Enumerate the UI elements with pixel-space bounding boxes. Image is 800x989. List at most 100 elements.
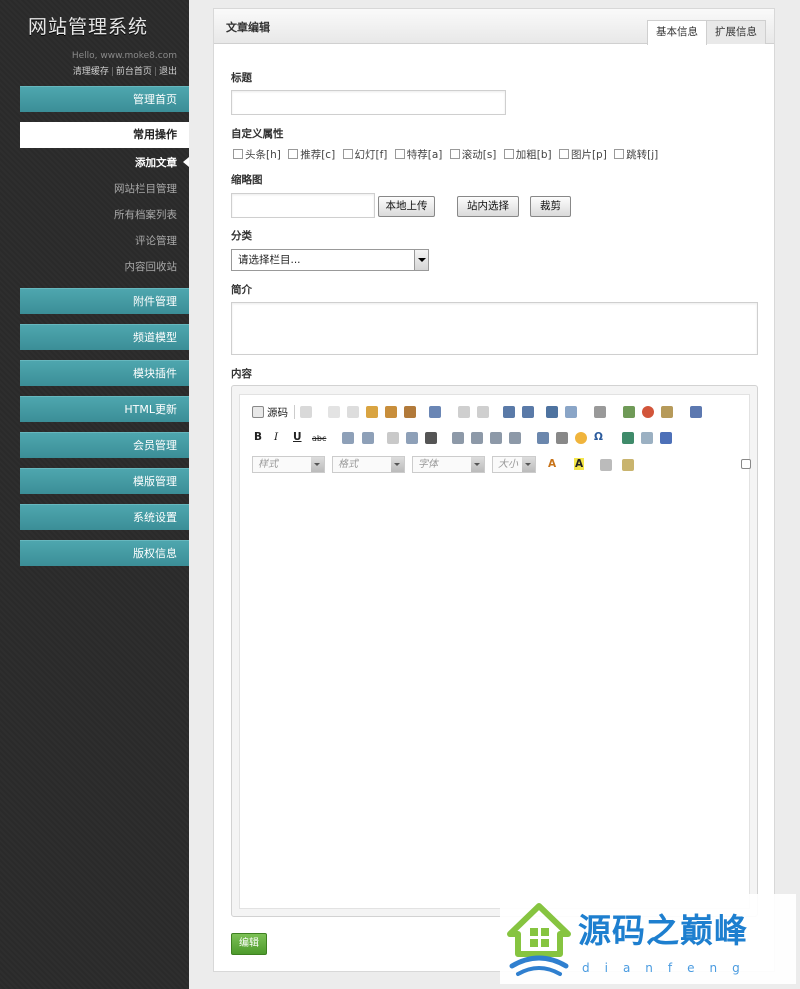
paste-text-icon[interactable]: [385, 406, 397, 418]
upload-local-button[interactable]: 本地上传: [378, 196, 435, 217]
tab-extended-info[interactable]: 扩展信息: [706, 20, 766, 44]
source-icon[interactable]: [252, 406, 264, 418]
crop-button[interactable]: 裁剪: [530, 196, 571, 217]
sub-item-comment-manage[interactable]: 评论管理: [135, 233, 177, 248]
replace-icon[interactable]: [522, 406, 534, 418]
bg-color-icon[interactable]: A: [574, 458, 585, 470]
spell-check-icon[interactable]: [600, 459, 612, 471]
flash-icon[interactable]: [642, 406, 654, 418]
find-icon[interactable]: [503, 406, 515, 418]
bold-icon[interactable]: B: [254, 431, 262, 443]
print-icon[interactable]: [429, 406, 441, 418]
nav-attachment[interactable]: 附件管理: [20, 288, 189, 314]
attr-slide[interactable]: 幻灯[f]: [342, 149, 387, 161]
style-combo[interactable]: 样式: [252, 456, 325, 473]
chevron-down-icon[interactable]: [471, 457, 484, 472]
attr-image[interactable]: 图片[p]: [558, 149, 607, 161]
size-combo[interactable]: 大小: [492, 456, 536, 473]
remove-format-icon[interactable]: [565, 406, 577, 418]
paste-icon[interactable]: [366, 406, 378, 418]
clear-cache-link[interactable]: 清理缓存: [73, 67, 109, 77]
select-all-icon[interactable]: [546, 406, 558, 418]
logout-link[interactable]: 退出: [159, 67, 177, 77]
attr-headline[interactable]: 头条[h]: [233, 149, 281, 161]
align-center-icon[interactable]: [471, 432, 483, 444]
chevron-down-icon[interactable]: [311, 457, 324, 472]
thumbnail-input[interactable]: [231, 193, 375, 218]
sub-item-add-article[interactable]: 添加文章: [135, 155, 177, 170]
nav-system[interactable]: 系统设置: [20, 504, 189, 530]
attr-special[interactable]: 特荐[a]: [394, 149, 442, 161]
checkbox[interactable]: [342, 149, 353, 159]
dropdown-arrow-icon[interactable]: [414, 250, 428, 270]
table-icon[interactable]: [537, 432, 549, 444]
title-input[interactable]: [231, 90, 506, 115]
sub-item-recycle-bin[interactable]: 内容回收站: [125, 259, 178, 274]
source-button[interactable]: 源码: [267, 405, 288, 420]
checkbox[interactable]: [614, 149, 625, 159]
redo-icon[interactable]: [477, 406, 489, 418]
sub-item-column-manage[interactable]: 网站栏目管理: [114, 181, 177, 196]
chevron-down-icon[interactable]: [522, 457, 535, 472]
strikethrough-icon[interactable]: abc: [312, 434, 326, 443]
category-select[interactable]: 请选择栏目...: [231, 249, 429, 271]
thumbnail-label: 缩略图: [231, 174, 263, 186]
save-button[interactable]: 编辑: [231, 933, 267, 955]
link-icon[interactable]: [622, 432, 634, 444]
nav-channel-model[interactable]: 频道模型: [20, 324, 189, 350]
site-select-button[interactable]: 站内选择: [457, 196, 519, 217]
text-color-icon[interactable]: A: [548, 458, 556, 470]
cut-icon[interactable]: [328, 406, 340, 418]
copy-icon[interactable]: [347, 406, 359, 418]
nav-member[interactable]: 会员管理: [20, 432, 189, 458]
ordered-list-icon[interactable]: [342, 432, 354, 444]
checkbox[interactable]: [288, 149, 299, 159]
nav-copyright[interactable]: 版权信息: [20, 540, 189, 566]
align-left-icon[interactable]: [452, 432, 464, 444]
new-page-icon[interactable]: [300, 406, 312, 418]
italic-icon[interactable]: I: [274, 431, 278, 443]
editor-body[interactable]: 源码 B I U abc Ω 样式 格式 字体 大小 A A: [239, 394, 751, 909]
font-combo[interactable]: 字体: [412, 456, 485, 473]
format-combo[interactable]: 格式: [332, 456, 405, 473]
nav-html-update[interactable]: HTML更新: [20, 396, 189, 422]
underline-icon[interactable]: U: [293, 431, 302, 443]
nav-common-ops[interactable]: 常用操作: [20, 122, 189, 148]
paste-word-icon[interactable]: [404, 406, 416, 418]
attr-recommend[interactable]: 推荐[c]: [288, 149, 335, 161]
align-right-icon[interactable]: [490, 432, 502, 444]
outdent-icon[interactable]: [387, 432, 399, 444]
templates-icon[interactable]: [622, 459, 634, 471]
sub-item-archive-list[interactable]: 所有档案列表: [114, 207, 177, 222]
smiley-icon[interactable]: [575, 432, 587, 444]
attr-jump[interactable]: 跳转[j]: [614, 149, 658, 161]
collapse-toolbar-icon[interactable]: [741, 459, 751, 469]
undo-icon[interactable]: [458, 406, 470, 418]
media-icon[interactable]: [661, 406, 673, 418]
horizontal-rule-icon[interactable]: [556, 432, 568, 444]
checkbox[interactable]: [558, 149, 569, 159]
summary-textarea[interactable]: [231, 302, 758, 355]
image-icon[interactable]: [623, 406, 635, 418]
nav-template[interactable]: 模版管理: [20, 468, 189, 494]
chevron-down-icon[interactable]: [391, 457, 404, 472]
maximize-icon[interactable]: [690, 406, 702, 418]
checkbox[interactable]: [233, 149, 243, 159]
blockquote-icon[interactable]: [425, 432, 437, 444]
checkbox[interactable]: [394, 149, 405, 159]
checkbox[interactable]: [449, 149, 460, 159]
attr-scroll[interactable]: 滚动[s]: [449, 149, 496, 161]
checkbox[interactable]: [503, 149, 514, 159]
unlink-icon[interactable]: [641, 432, 653, 444]
nav-module-plugin[interactable]: 模块插件: [20, 360, 189, 386]
attr-bold[interactable]: 加粗[b]: [503, 149, 552, 161]
anchor-icon[interactable]: [660, 432, 672, 444]
tab-basic-info[interactable]: 基本信息: [647, 20, 707, 45]
nav-admin-home[interactable]: 管理首页: [20, 86, 189, 112]
page-break-icon[interactable]: [594, 406, 606, 418]
indent-icon[interactable]: [406, 432, 418, 444]
front-home-link[interactable]: 前台首页: [116, 67, 152, 77]
unordered-list-icon[interactable]: [362, 432, 374, 444]
justify-icon[interactable]: [509, 432, 521, 444]
special-char-icon[interactable]: Ω: [594, 431, 603, 443]
